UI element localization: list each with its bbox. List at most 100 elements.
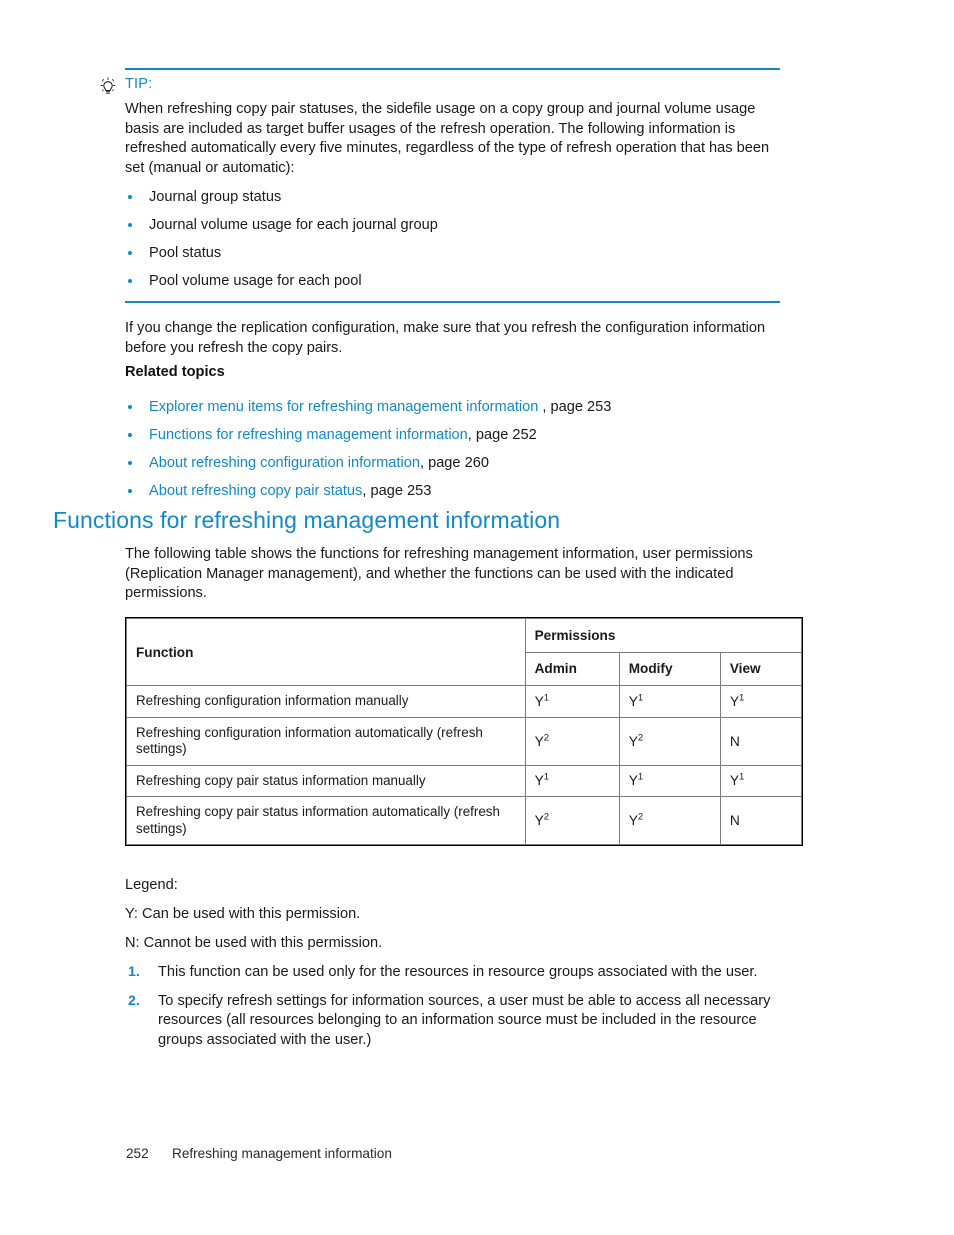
cell-footnote-ref: 1 [739,771,745,783]
bullet-icon [128,461,132,465]
table-row: Refreshing configuration information man… [126,685,803,718]
cell-value: Y [534,693,544,709]
cell-value: N [729,813,740,828]
cell-function: Refreshing copy pair status information … [126,764,526,797]
related-topic-link[interactable]: About refreshing copy pair status [149,483,362,499]
column-header-permissions: Permissions [524,618,803,653]
tip-callout: TIP: When refreshing copy pair statuses,… [100,68,780,304]
cell-footnote-ref: 2 [543,811,550,823]
cell-modify: Y2 [618,716,721,766]
footer-chapter-title: Refreshing management information [172,1146,392,1161]
cell-admin: Y1 [524,764,620,797]
footnote-number: 1. [128,964,140,980]
legend-n-line: N: Cannot be used with this permission. [125,935,383,951]
cell-modify: Y1 [618,685,721,718]
cell-footnote-ref: 2 [637,811,644,823]
column-header-modify: Modify [618,651,721,686]
cell-footnote-ref: 2 [543,731,550,743]
table-row: Refreshing copy pair status information … [126,796,803,845]
cell-value: Y [628,773,638,789]
section-heading: Functions for refreshing management info… [53,507,561,533]
section-paragraph: The following table shows the functions … [125,546,753,602]
related-topic-link[interactable]: About refreshing configuration informati… [149,455,420,471]
legend-y-line: Y: Can be used with this permission. [125,906,361,922]
bullet-icon [128,279,132,284]
permissions-table-wrapper: Function Permissions Admin Modify View R… [125,617,803,846]
cell-footnote-ref: 1 [543,771,550,783]
cell-value: N [729,733,740,749]
tip-label: TIP: [125,76,153,92]
cell-function: Refreshing configuration information man… [126,685,526,718]
cell-admin: Y2 [524,716,620,766]
cell-value: Y [534,773,544,789]
column-header-function: Function [126,618,526,686]
footnote-list: 1. This function can be used only for th… [125,963,805,1050]
cell-footnote-ref: 1 [543,692,550,704]
cell-value: Y [534,733,544,749]
table-row: Refreshing copy pair status information … [126,764,803,797]
bullet-icon [128,251,132,256]
cell-value: Y [628,813,638,828]
list-item[interactable]: About refreshing copy pair status, page … [125,482,793,501]
list-item-label: Pool volume usage for each pool [149,273,362,290]
tip-header: TIP: [100,74,780,98]
cell-admin: Y1 [524,685,620,718]
cell-function: Refreshing configuration information aut… [126,716,526,766]
footnote-number: 2. [128,993,140,1010]
list-item: Pool status [125,244,780,263]
cell-modify: Y2 [618,796,721,845]
intro-paragraph: If you change the replication configurat… [125,320,766,356]
cell-admin: Y2 [524,796,620,845]
cell-value: Y [534,813,544,828]
cell-footnote-ref: 1 [637,692,644,704]
list-item: Pool volume usage for each pool [125,272,780,291]
list-item[interactable]: About refreshing configuration informati… [125,454,793,473]
bullet-icon [128,195,132,200]
list-item[interactable]: Explorer menu items for refreshing manag… [125,398,793,417]
cell-footnote-ref: 1 [637,771,644,783]
related-topic-link[interactable]: Explorer menu items for refreshing manag… [149,399,538,415]
footnote-text: To specify refresh settings for informat… [158,993,771,1048]
related-topic-page: , page 253 [538,399,612,415]
related-topics-list: Explorer menu items for refreshing manag… [125,398,793,510]
legend-title: Legend: [125,877,178,893]
cell-value: Y [729,693,740,709]
list-item-label: Pool status [149,245,222,262]
footnote-item: 2. To specify refresh settings for infor… [125,992,805,1050]
column-header-view: View [719,651,803,686]
page-footer: 252 Refreshing management information [126,1146,392,1161]
legend-block: Legend: Y: Can be used with this permiss… [125,876,805,1060]
list-item[interactable]: Functions for refreshing management info… [125,426,793,445]
list-item-label: Journal group status [149,189,282,206]
related-topic-link[interactable]: Functions for refreshing management info… [149,427,468,443]
tip-body-text: When refreshing copy pair statuses, the … [125,101,770,176]
footer-page-number: 252 [126,1146,149,1161]
bullet-icon [128,433,132,437]
bullet-icon [128,223,132,228]
footnote-item: 1. This function can be used only for th… [125,963,805,982]
related-topics-heading: Related topics [125,364,225,380]
cell-value: Y [729,773,740,789]
bullet-icon [128,489,132,493]
column-header-admin: Admin [524,651,620,686]
related-topic-page: , page 260 [419,455,489,471]
cell-view: N [719,716,803,766]
list-item-label: Journal volume usage for each journal gr… [149,217,438,234]
cell-function: Refreshing copy pair status information … [126,796,526,845]
tip-bullet-list: Journal group status Journal volume usag… [125,188,780,291]
cell-view: Y1 [719,764,803,797]
cell-modify: Y1 [618,764,721,797]
table-row: Refreshing configuration information aut… [126,716,803,766]
document-page: TIP: When refreshing copy pair statuses,… [0,0,954,1235]
tip-bottom-rule [125,301,780,304]
list-item: Journal volume usage for each journal gr… [125,216,780,235]
footnote-text: This function can be used only for the r… [158,964,758,980]
lightbulb-icon [97,76,119,98]
cell-value: Y [628,693,638,709]
bullet-icon [128,405,132,409]
cell-footnote-ref: 1 [739,692,745,704]
cell-value: Y [628,733,638,749]
table-header-row-group: Function Permissions [126,618,803,686]
tip-top-rule [125,68,780,70]
permissions-table: Function Permissions Admin Modify View R… [126,618,803,845]
